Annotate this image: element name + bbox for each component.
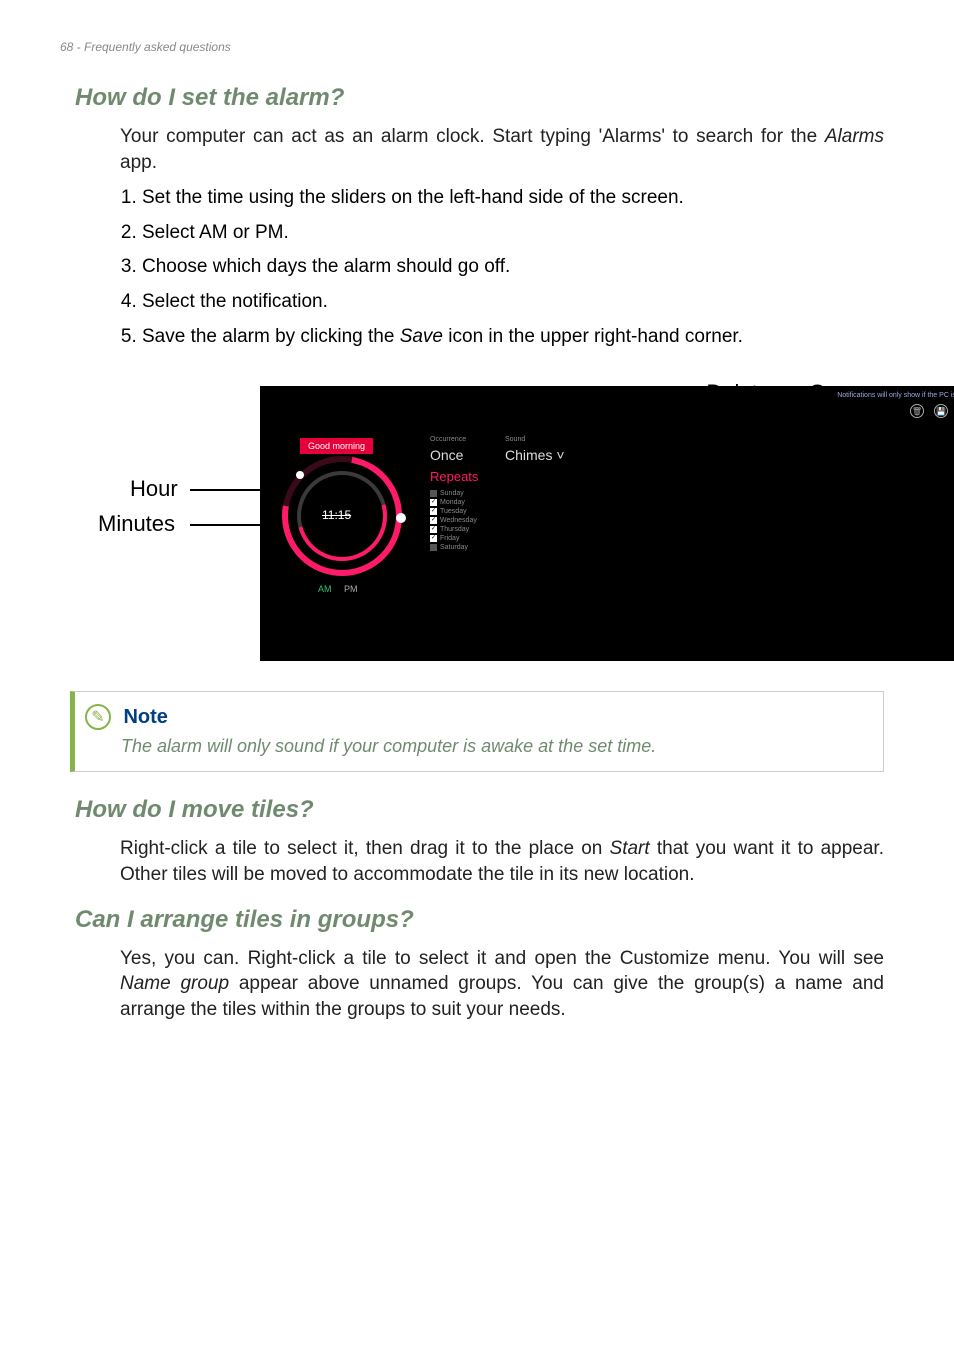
am-option[interactable]: AM — [318, 584, 332, 594]
clock-time: 11:15 — [322, 508, 351, 522]
alarm-intro: Your computer can act as an alarm clock.… — [120, 124, 884, 175]
occurrence-value[interactable]: Once — [430, 447, 478, 463]
day-label: Tuesday — [440, 508, 467, 515]
occurrence-label: Occurrence — [430, 436, 478, 443]
alarm-steps: Set the time using the sliders on the le… — [120, 185, 884, 350]
day-thursday[interactable]: Thursday — [430, 526, 478, 533]
day-monday[interactable]: Monday — [430, 499, 478, 506]
save-word: Save — [400, 326, 443, 347]
text: icon in the upper right-hand corner. — [443, 326, 743, 347]
note-box: ✎ Note The alarm will only sound if your… — [70, 691, 884, 772]
callout-hour: Hour — [130, 476, 178, 502]
checkbox-icon[interactable] — [430, 508, 437, 515]
day-label: Thursday — [440, 526, 469, 533]
heading-move-tiles: How do I move tiles? — [75, 796, 894, 824]
minute-slider-handle[interactable] — [396, 513, 406, 523]
step-2: Select AM or PM. — [142, 220, 884, 247]
day-label: Monday — [440, 499, 465, 506]
pm-option[interactable]: PM — [344, 584, 358, 594]
repeat-days: Sunday Monday Tuesday Wednesday Thursday… — [430, 490, 478, 551]
ampm-toggle[interactable]: AM PM — [318, 584, 358, 594]
heading-set-alarm: How do I set the alarm? — [75, 84, 894, 112]
text: Save the alarm by clicking the — [142, 326, 400, 347]
name-group-word: Name group — [120, 973, 229, 994]
alarms-app-screenshot: Notifications will only show if the PC i… — [260, 386, 954, 661]
text: app. — [120, 152, 157, 173]
checkbox-icon[interactable] — [430, 535, 437, 542]
step-3: Choose which days the alarm should go of… — [142, 254, 884, 281]
delete-icon[interactable]: 🗑 — [910, 404, 924, 418]
checkbox-icon[interactable] — [430, 526, 437, 533]
alarm-screenshot-figure: Delete Save Hour Minutes Notifications w… — [150, 386, 910, 661]
sound-column: Sound Chimes ˅ — [505, 436, 565, 463]
start-word: Start — [610, 838, 650, 859]
day-label: Sunday — [440, 490, 464, 497]
day-wednesday[interactable]: Wednesday — [430, 517, 478, 524]
day-sunday[interactable]: Sunday — [430, 490, 478, 497]
step-1: Set the time using the sliders on the le… — [142, 185, 884, 212]
step-4: Select the notification. — [142, 289, 884, 316]
day-label: Wednesday — [440, 517, 477, 524]
checkbox-icon[interactable] — [430, 544, 437, 551]
note-icon: ✎ — [85, 704, 111, 730]
heading-arrange-groups: Can I arrange tiles in groups? — [75, 906, 894, 934]
arrange-groups-body: Yes, you can. Right-click a tile to sele… — [120, 946, 884, 1023]
alarms-app-name: Alarms — [825, 126, 884, 147]
step-5: Save the alarm by clicking the Save icon… — [142, 324, 884, 351]
text: Right-click a tile to select it, then dr… — [120, 838, 610, 859]
callout-minutes: Minutes — [98, 511, 175, 537]
checkbox-icon[interactable] — [430, 490, 437, 497]
day-friday[interactable]: Friday — [430, 535, 478, 542]
toolbar-icons: 🗑 💾 ✕ — [910, 404, 954, 418]
day-label: Friday — [440, 535, 459, 542]
repeats-label[interactable]: Repeats — [430, 469, 478, 484]
page-header: 68 - Frequently asked questions — [60, 40, 894, 54]
text: Your computer can act as an alarm clock.… — [120, 126, 825, 147]
day-label: Saturday — [440, 544, 468, 551]
save-icon[interactable]: 💾 — [934, 404, 948, 418]
checkbox-icon[interactable] — [430, 517, 437, 524]
note-body: The alarm will only sound if your comput… — [121, 736, 869, 757]
text: appear above unnamed groups. You can giv… — [120, 973, 884, 1020]
sound-label: Sound — [505, 436, 565, 443]
day-tuesday[interactable]: Tuesday — [430, 508, 478, 515]
occurrence-column: Occurrence Once Repeats Sunday Monday Tu… — [430, 436, 478, 553]
notification-hint: Notifications will only show if the PC i… — [837, 392, 954, 399]
day-saturday[interactable]: Saturday — [430, 544, 478, 551]
sound-dropdown[interactable]: Chimes ˅ — [505, 447, 565, 463]
move-tiles-body: Right-click a tile to select it, then dr… — [120, 836, 884, 887]
text: Yes, you can. Right-click a tile to sele… — [120, 948, 884, 969]
alarm-name-label[interactable]: Good morning — [300, 438, 373, 454]
checkbox-icon[interactable] — [430, 499, 437, 506]
note-title: Note — [123, 706, 167, 729]
